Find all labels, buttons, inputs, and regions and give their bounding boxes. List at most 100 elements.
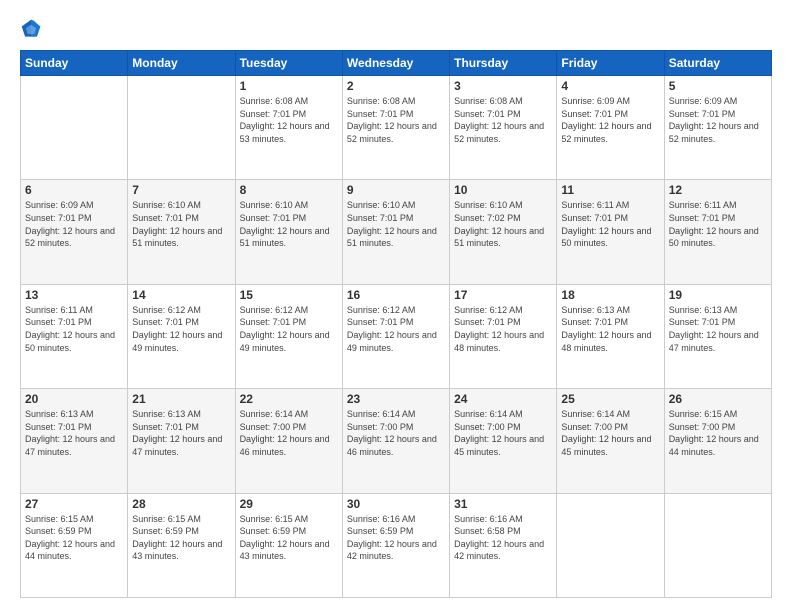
calendar-week-row: 20 Sunrise: 6:13 AM Sunset: 7:01 PM Dayli… — [21, 389, 772, 493]
day-number: 9 — [347, 183, 445, 197]
calendar-weekday: Saturday — [664, 51, 771, 76]
logo — [20, 18, 46, 40]
calendar-cell: 28 Sunrise: 6:15 AM Sunset: 6:59 PM Dayli… — [128, 493, 235, 597]
day-number: 19 — [669, 288, 767, 302]
calendar-cell: 13 Sunrise: 6:11 AM Sunset: 7:01 PM Dayli… — [21, 284, 128, 388]
calendar-cell: 17 Sunrise: 6:12 AM Sunset: 7:01 PM Dayli… — [450, 284, 557, 388]
calendar-weekday: Tuesday — [235, 51, 342, 76]
day-number: 7 — [132, 183, 230, 197]
calendar-cell: 27 Sunrise: 6:15 AM Sunset: 6:59 PM Dayli… — [21, 493, 128, 597]
calendar-cell: 11 Sunrise: 6:11 AM Sunset: 7:01 PM Dayli… — [557, 180, 664, 284]
calendar-cell: 16 Sunrise: 6:12 AM Sunset: 7:01 PM Dayli… — [342, 284, 449, 388]
day-number: 11 — [561, 183, 659, 197]
day-number: 31 — [454, 497, 552, 511]
day-number: 16 — [347, 288, 445, 302]
day-number: 8 — [240, 183, 338, 197]
day-info: Sunrise: 6:12 AM Sunset: 7:01 PM Dayligh… — [132, 304, 230, 354]
calendar-week-row: 1 Sunrise: 6:08 AM Sunset: 7:01 PM Daylig… — [21, 76, 772, 180]
calendar-cell: 23 Sunrise: 6:14 AM Sunset: 7:00 PM Dayli… — [342, 389, 449, 493]
day-number: 28 — [132, 497, 230, 511]
calendar-cell: 22Sunrise: 6:14 AM Sunset: 7:00 PM Dayli… — [235, 389, 342, 493]
header — [20, 18, 772, 40]
day-info: Sunrise: 6:10 AM Sunset: 7:01 PM Dayligh… — [132, 199, 230, 249]
day-info: Sunrise: 6:14 AM Sunset: 7:00 PM Dayligh… — [347, 408, 445, 458]
calendar-cell: 21Sunrise: 6:13 AM Sunset: 7:01 PM Dayli… — [128, 389, 235, 493]
day-number: 18 — [561, 288, 659, 302]
day-number: 4 — [561, 79, 659, 93]
day-number: 10 — [454, 183, 552, 197]
calendar-cell: 20 Sunrise: 6:13 AM Sunset: 7:01 PM Dayli… — [21, 389, 128, 493]
calendar-cell: 12Sunrise: 6:11 AM Sunset: 7:01 PM Dayli… — [664, 180, 771, 284]
calendar-cell: 19 Sunrise: 6:13 AM Sunset: 7:01 PM Dayli… — [664, 284, 771, 388]
day-number: 5 — [669, 79, 767, 93]
day-number: 12 — [669, 183, 767, 197]
day-number: 13 — [25, 288, 123, 302]
day-info: Sunrise: 6:13 AM Sunset: 7:01 PM Dayligh… — [561, 304, 659, 354]
day-info: Sunrise: 6:08 AM Sunset: 7:01 PM Dayligh… — [347, 95, 445, 145]
calendar-weekday: Thursday — [450, 51, 557, 76]
day-info: Sunrise: 6:13 AM Sunset: 7:01 PM Dayligh… — [132, 408, 230, 458]
calendar-cell: 15Sunrise: 6:12 AM Sunset: 7:01 PM Dayli… — [235, 284, 342, 388]
day-number: 3 — [454, 79, 552, 93]
day-number: 29 — [240, 497, 338, 511]
calendar-cell: 8 Sunrise: 6:10 AM Sunset: 7:01 PM Daylig… — [235, 180, 342, 284]
day-info: Sunrise: 6:15 AM Sunset: 6:59 PM Dayligh… — [25, 513, 123, 563]
day-info: Sunrise: 6:12 AM Sunset: 7:01 PM Dayligh… — [240, 304, 338, 354]
day-info: Sunrise: 6:15 AM Sunset: 6:59 PM Dayligh… — [240, 513, 338, 563]
calendar-weekday: Wednesday — [342, 51, 449, 76]
calendar-cell: 7 Sunrise: 6:10 AM Sunset: 7:01 PM Daylig… — [128, 180, 235, 284]
page: SundayMondayTuesdayWednesdayThursdayFrid… — [0, 0, 792, 612]
day-info: Sunrise: 6:08 AM Sunset: 7:01 PM Dayligh… — [240, 95, 338, 145]
day-number: 24 — [454, 392, 552, 406]
calendar-cell — [664, 493, 771, 597]
day-info: Sunrise: 6:10 AM Sunset: 7:01 PM Dayligh… — [240, 199, 338, 249]
calendar-table: SundayMondayTuesdayWednesdayThursdayFrid… — [20, 50, 772, 598]
calendar-cell: 6Sunrise: 6:09 AM Sunset: 7:01 PM Daylig… — [21, 180, 128, 284]
calendar-header-row: SundayMondayTuesdayWednesdayThursdayFrid… — [21, 51, 772, 76]
day-info: Sunrise: 6:11 AM Sunset: 7:01 PM Dayligh… — [561, 199, 659, 249]
day-info: Sunrise: 6:15 AM Sunset: 7:00 PM Dayligh… — [669, 408, 767, 458]
day-info: Sunrise: 6:13 AM Sunset: 7:01 PM Dayligh… — [25, 408, 123, 458]
calendar-cell: 3Sunrise: 6:08 AM Sunset: 7:01 PM Daylig… — [450, 76, 557, 180]
calendar-cell: 25 Sunrise: 6:14 AM Sunset: 7:00 PM Dayli… — [557, 389, 664, 493]
calendar-weekday: Monday — [128, 51, 235, 76]
day-number: 27 — [25, 497, 123, 511]
day-number: 23 — [347, 392, 445, 406]
day-info: Sunrise: 6:11 AM Sunset: 7:01 PM Dayligh… — [25, 304, 123, 354]
calendar-week-row: 13 Sunrise: 6:11 AM Sunset: 7:01 PM Dayli… — [21, 284, 772, 388]
day-number: 6 — [25, 183, 123, 197]
day-number: 22 — [240, 392, 338, 406]
calendar-cell: 18 Sunrise: 6:13 AM Sunset: 7:01 PM Dayli… — [557, 284, 664, 388]
day-info: Sunrise: 6:12 AM Sunset: 7:01 PM Dayligh… — [454, 304, 552, 354]
calendar-cell — [557, 493, 664, 597]
day-number: 26 — [669, 392, 767, 406]
calendar-weekday: Sunday — [21, 51, 128, 76]
day-number: 17 — [454, 288, 552, 302]
calendar-week-row: 27 Sunrise: 6:15 AM Sunset: 6:59 PM Dayli… — [21, 493, 772, 597]
day-info: Sunrise: 6:12 AM Sunset: 7:01 PM Dayligh… — [347, 304, 445, 354]
calendar-cell: 29 Sunrise: 6:15 AM Sunset: 6:59 PM Dayli… — [235, 493, 342, 597]
calendar-cell: 1 Sunrise: 6:08 AM Sunset: 7:01 PM Daylig… — [235, 76, 342, 180]
day-info: Sunrise: 6:14 AM Sunset: 7:00 PM Dayligh… — [561, 408, 659, 458]
day-number: 1 — [240, 79, 338, 93]
calendar-cell: 9Sunrise: 6:10 AM Sunset: 7:01 PM Daylig… — [342, 180, 449, 284]
day-info: Sunrise: 6:10 AM Sunset: 7:02 PM Dayligh… — [454, 199, 552, 249]
day-info: Sunrise: 6:16 AM Sunset: 6:58 PM Dayligh… — [454, 513, 552, 563]
day-info: Sunrise: 6:09 AM Sunset: 7:01 PM Dayligh… — [669, 95, 767, 145]
day-number: 2 — [347, 79, 445, 93]
day-info: Sunrise: 6:15 AM Sunset: 6:59 PM Dayligh… — [132, 513, 230, 563]
day-number: 25 — [561, 392, 659, 406]
calendar-cell: 24 Sunrise: 6:14 AM Sunset: 7:00 PM Dayli… — [450, 389, 557, 493]
day-info: Sunrise: 6:13 AM Sunset: 7:01 PM Dayligh… — [669, 304, 767, 354]
calendar-cell: 5 Sunrise: 6:09 AM Sunset: 7:01 PM Daylig… — [664, 76, 771, 180]
day-number: 14 — [132, 288, 230, 302]
day-number: 20 — [25, 392, 123, 406]
calendar-cell: 31 Sunrise: 6:16 AM Sunset: 6:58 PM Dayli… — [450, 493, 557, 597]
calendar-cell: 10 Sunrise: 6:10 AM Sunset: 7:02 PM Dayli… — [450, 180, 557, 284]
calendar-cell: 14 Sunrise: 6:12 AM Sunset: 7:01 PM Dayli… — [128, 284, 235, 388]
logo-icon — [20, 18, 42, 40]
calendar-cell: 30Sunrise: 6:16 AM Sunset: 6:59 PM Dayli… — [342, 493, 449, 597]
calendar-cell: 2 Sunrise: 6:08 AM Sunset: 7:01 PM Daylig… — [342, 76, 449, 180]
day-info: Sunrise: 6:14 AM Sunset: 7:00 PM Dayligh… — [454, 408, 552, 458]
day-info: Sunrise: 6:16 AM Sunset: 6:59 PM Dayligh… — [347, 513, 445, 563]
